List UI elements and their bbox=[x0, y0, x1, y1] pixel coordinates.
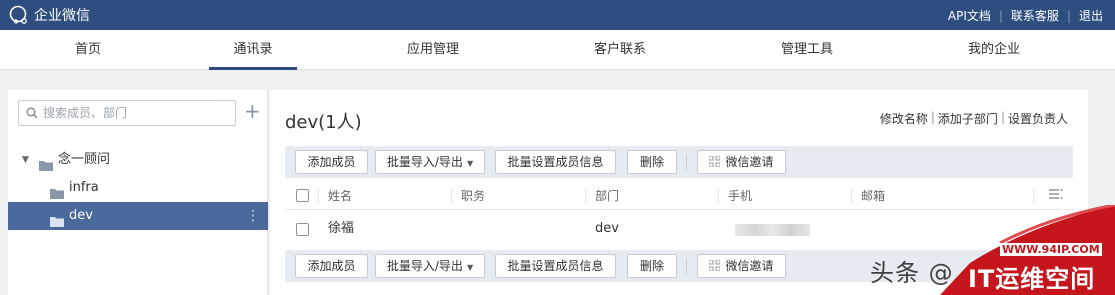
redacted-phone bbox=[735, 224, 810, 236]
row-checkbox[interactable] bbox=[296, 223, 309, 236]
app-title: 企业微信 bbox=[34, 8, 90, 24]
column-header-title[interactable]: 职务 bbox=[461, 182, 485, 210]
main-nav: 首页 通讯录 应用管理 客户联系 管理工具 我的企业 bbox=[0, 30, 1115, 70]
contact-support-link[interactable]: 联系客服 bbox=[1011, 7, 1059, 24]
divider bbox=[451, 188, 452, 204]
column-header-department[interactable]: 部门 bbox=[595, 182, 619, 210]
watermark-url: WWW.94IP.COM bbox=[1000, 243, 1102, 256]
divider bbox=[585, 188, 586, 204]
member-department: dev bbox=[595, 221, 619, 236]
tab-app-management[interactable]: 应用管理 bbox=[383, 30, 483, 70]
divider bbox=[851, 188, 852, 204]
search-icon bbox=[26, 107, 38, 123]
button-label: 批量导入/导出 bbox=[386, 259, 463, 273]
divider bbox=[1033, 188, 1034, 204]
divider bbox=[318, 188, 319, 204]
divider bbox=[686, 258, 687, 274]
chevron-down-icon: ▼ bbox=[466, 159, 474, 168]
qr-grid-icon bbox=[708, 152, 721, 174]
department-actions: 修改名称 | 添加子部门 | 设置负责人 bbox=[880, 110, 1068, 127]
member-name[interactable]: 徐福 bbox=[328, 210, 354, 248]
tab-my-enterprise[interactable]: 我的企业 bbox=[944, 30, 1044, 70]
wecom-logo-icon bbox=[8, 5, 30, 25]
tree-item-infra[interactable]: infra bbox=[8, 174, 268, 202]
delete-button[interactable]: 删除 bbox=[627, 254, 677, 278]
column-header-name[interactable]: 姓名 bbox=[328, 182, 352, 210]
tab-management-tools[interactable]: 管理工具 bbox=[757, 30, 857, 70]
add-department-button[interactable]: + bbox=[244, 101, 261, 121]
department-sidebar: + ▼ 念一顾问 infra dev ⋮ bbox=[8, 90, 268, 295]
divider: | bbox=[1066, 8, 1071, 23]
tab-home[interactable]: 首页 bbox=[38, 30, 138, 70]
brand[interactable]: 企业微信 bbox=[8, 5, 90, 25]
department-title: dev(1人) bbox=[285, 112, 362, 133]
tree-item-label: infra bbox=[69, 180, 99, 195]
logout-link[interactable]: 退出 bbox=[1079, 7, 1103, 24]
add-member-button[interactable]: 添加成员 bbox=[295, 150, 368, 174]
tree-item-dev[interactable]: dev ⋮ bbox=[8, 202, 268, 230]
top-bar: 企业微信 API文档 | 联系客服 | 退出 bbox=[0, 0, 1115, 30]
button-label: 微信邀请 bbox=[725, 259, 774, 273]
tab-customer-contact[interactable]: 客户联系 bbox=[570, 30, 670, 70]
button-label: 批量导入/导出 bbox=[386, 155, 463, 169]
tab-contacts[interactable]: 通讯录 bbox=[209, 30, 297, 70]
divider: | bbox=[998, 8, 1003, 23]
chevron-down-icon: ▼ bbox=[466, 263, 474, 272]
divider: | bbox=[1000, 110, 1005, 124]
batch-import-export-button[interactable]: 批量导入/导出 ▼ bbox=[375, 254, 485, 278]
add-subdepartment-link[interactable]: 添加子部门 bbox=[938, 110, 998, 127]
set-manager-link[interactable]: 设置负责人 bbox=[1008, 110, 1068, 127]
search-input[interactable] bbox=[43, 104, 228, 122]
rename-department-link[interactable]: 修改名称 bbox=[880, 110, 928, 127]
tree-item-label: dev bbox=[69, 208, 93, 223]
search-box[interactable] bbox=[18, 100, 236, 126]
watermark-brand: IT运维空间 bbox=[968, 265, 1096, 293]
divider bbox=[718, 188, 719, 204]
delete-button[interactable]: 删除 bbox=[627, 150, 677, 174]
tree-item-root[interactable]: ▼ 念一顾问 bbox=[8, 146, 268, 174]
select-all-checkbox[interactable] bbox=[296, 189, 309, 202]
wechat-invite-button[interactable]: 微信邀请 bbox=[697, 150, 786, 174]
column-header-phone[interactable]: 手机 bbox=[728, 182, 752, 210]
tree-item-label: 念一顾问 bbox=[58, 152, 111, 167]
button-label: 微信邀请 bbox=[725, 155, 774, 169]
column-header-email[interactable]: 邮箱 bbox=[861, 182, 885, 210]
wechat-invite-button[interactable]: 微信邀请 bbox=[697, 254, 786, 278]
top-links: API文档 | 联系客服 | 退出 bbox=[948, 7, 1103, 24]
divider bbox=[686, 154, 687, 170]
add-member-button[interactable]: 添加成员 bbox=[295, 254, 368, 278]
more-options-icon[interactable]: ⋮ bbox=[246, 202, 260, 230]
api-docs-link[interactable]: API文档 bbox=[948, 7, 991, 24]
folder-icon bbox=[50, 210, 64, 238]
column-settings-icon[interactable] bbox=[1049, 188, 1063, 203]
batch-import-export-button[interactable]: 批量导入/导出 ▼ bbox=[375, 150, 485, 174]
batch-set-info-button[interactable]: 批量设置成员信息 bbox=[495, 254, 616, 278]
divider: | bbox=[930, 110, 935, 124]
caret-down-icon[interactable]: ▼ bbox=[22, 146, 29, 174]
member-toolbar-top: 添加成员 批量导入/导出 ▼ 批量设置成员信息 删除 微信邀请 bbox=[285, 146, 1073, 178]
batch-set-info-button[interactable]: 批量设置成员信息 bbox=[495, 150, 616, 174]
qr-grid-icon bbox=[708, 256, 721, 278]
